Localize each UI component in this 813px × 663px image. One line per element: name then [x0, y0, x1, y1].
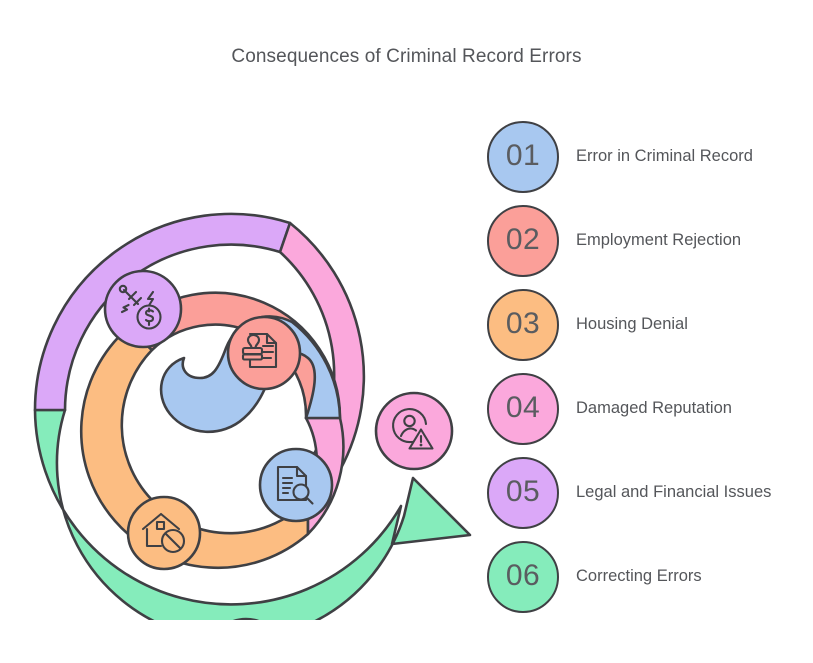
icon-bubble-01	[258, 447, 334, 523]
legend-label: Error in Criminal Record	[576, 147, 753, 166]
legend-label: Legal and Financial Issues	[576, 483, 772, 502]
list-item[interactable]: 03 Housing Denial	[487, 288, 807, 362]
infographic-canvas: Consequences of Criminal Record Errors 0…	[0, 0, 813, 663]
legend-label: Correcting Errors	[576, 567, 702, 586]
spiral-diagram	[8, 110, 488, 663]
legend-number: 01	[505, 139, 541, 172]
legend-number: 06	[505, 559, 541, 592]
legend-label: Damaged Reputation	[576, 399, 732, 418]
legend-label: Housing Denial	[576, 315, 688, 334]
status-badge: 04	[487, 373, 559, 445]
legend-label: Employment Rejection	[576, 231, 742, 250]
list-item[interactable]: 05 Legal and Financial Issues	[487, 456, 807, 530]
legend-number: 04	[505, 391, 541, 424]
spiral-svg	[33, 212, 472, 663]
list-item[interactable]: 06 Correcting Errors	[487, 540, 807, 614]
status-badge: 03	[487, 289, 559, 361]
list-item[interactable]: 02 Employment Rejection	[487, 204, 807, 278]
status-badge: 01	[487, 121, 559, 193]
legend-list: 01 Error in Criminal Record 02 Employmen…	[487, 120, 807, 620]
status-badge: 02	[487, 205, 559, 277]
page-title: Consequences of Criminal Record Errors	[231, 46, 582, 67]
legend-number: 05	[505, 475, 541, 508]
legend-number: 02	[505, 223, 541, 256]
legend-number: 03	[505, 307, 541, 340]
list-item[interactable]: 01 Error in Criminal Record	[487, 120, 807, 194]
status-badge: 06	[487, 541, 559, 613]
status-badge: 05	[487, 457, 559, 529]
icon-bubble-04	[374, 391, 454, 471]
list-item[interactable]: 04 Damaged Reputation	[487, 372, 807, 446]
